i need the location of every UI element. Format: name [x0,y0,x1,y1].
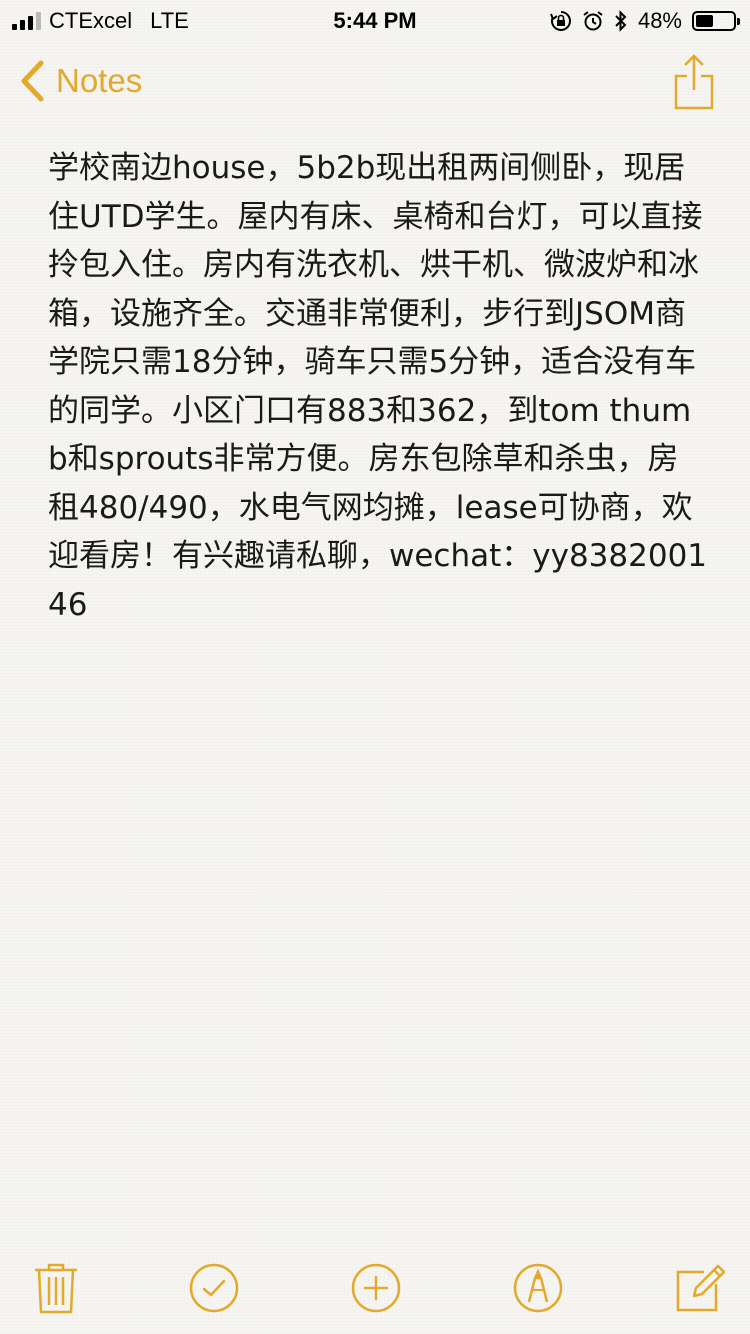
checklist-icon [189,1263,239,1313]
checklist-button[interactable] [188,1262,240,1314]
add-icon [351,1263,401,1313]
bottom-toolbar [0,1242,750,1334]
share-icon [674,54,714,110]
rotation-lock-icon [550,11,571,31]
trash-icon [35,1263,77,1314]
back-label: Notes [56,62,143,99]
note-text[interactable]: 学校南边house，5b2b现出租两间侧卧，现居住UTD学生。屋内有床、桌椅和台… [48,144,708,629]
back-button[interactable]: Notes [20,60,142,102]
compose-icon [676,1264,726,1312]
alarm-icon [583,11,603,31]
compose-button[interactable] [674,1262,726,1314]
add-button[interactable] [350,1262,402,1314]
status-right: 48% [550,7,740,35]
markup-button[interactable] [512,1262,564,1314]
nav-bar: Notes [0,40,750,128]
chevron-left-icon [21,60,44,102]
battery-percent: 48% [637,8,682,33]
delete-button[interactable] [32,1262,84,1314]
bluetooth-icon [615,10,627,32]
status-bar: CTExcel LTE 5:44 PM 48% [0,0,750,40]
markup-icon [513,1263,563,1313]
share-button[interactable] [674,54,714,110]
battery-icon [692,11,740,31]
